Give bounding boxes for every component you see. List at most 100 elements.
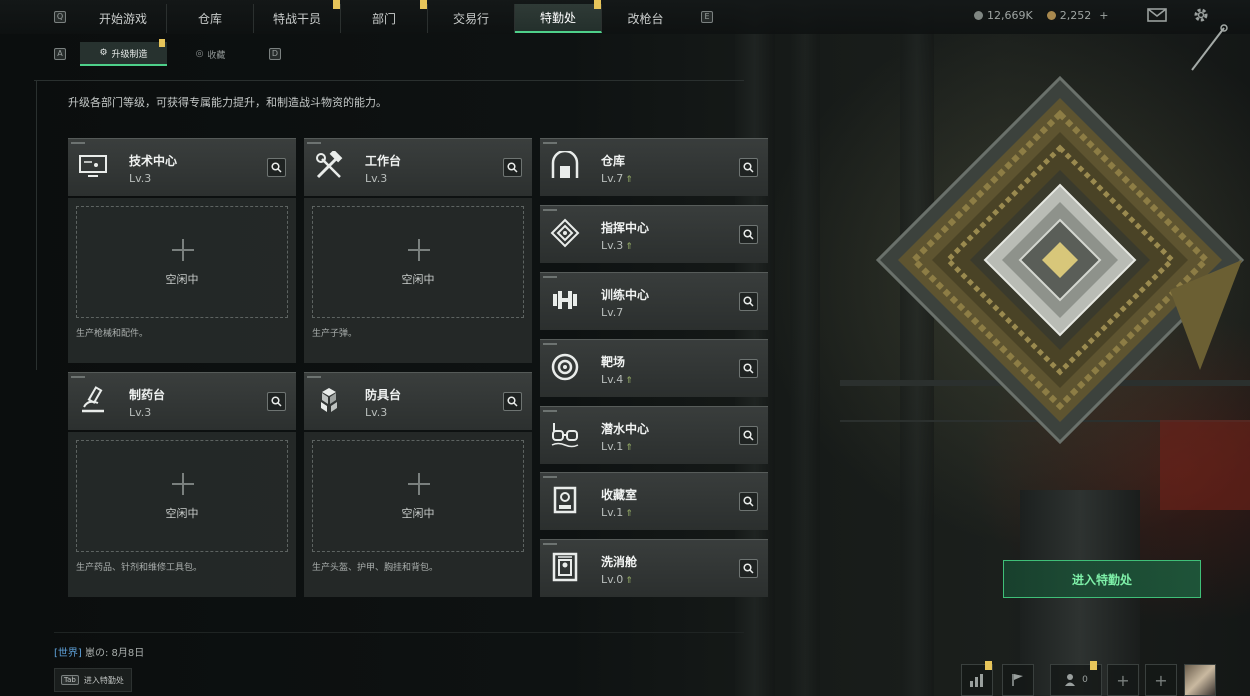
production-description: 生产子弹。 <box>312 329 358 339</box>
facility-name: 技术中心 <box>129 154 178 168</box>
nav-right-key-hint: E <box>701 11 713 23</box>
facility-card-workbench[interactable]: 工作台 Lv.3 <box>304 138 532 196</box>
facility-card-training-center[interactable]: 训练中心 Lv.7 <box>540 272 768 330</box>
page-description: 升级各部门等级，可获得专属能力提升，和制造战斗物资的能力。 <box>68 96 387 109</box>
tab-trading[interactable]: 交易行 <box>428 4 515 33</box>
facility-level: Lv.3 <box>365 172 388 185</box>
inspect-button[interactable] <box>739 426 758 445</box>
tab-department[interactable]: 部门 <box>341 0 428 33</box>
card-tick <box>543 343 557 345</box>
tickets-value: 2,252 <box>1059 9 1092 22</box>
tickets-balance[interactable]: 2,252 + <box>1046 9 1108 22</box>
inspect-button[interactable] <box>503 158 522 177</box>
tab-label: 部门 <box>371 12 396 26</box>
add-party-slot-button[interactable]: + <box>1107 664 1139 696</box>
facility-card-tech-center[interactable]: 技术中心 Lv.3 <box>68 138 296 196</box>
card-tick <box>71 376 85 378</box>
subtab-label: 升级制造 <box>111 49 148 60</box>
add-party-slot-button[interactable]: + <box>1145 664 1177 696</box>
search-icon <box>743 229 754 240</box>
add-currency-icon[interactable]: + <box>1099 9 1108 22</box>
player-avatar[interactable] <box>1184 664 1216 696</box>
coins-value: 12,669K <box>987 9 1033 22</box>
inspect-button[interactable] <box>739 292 758 311</box>
inspect-button[interactable] <box>739 158 758 177</box>
facility-name: 防具台 <box>365 388 402 402</box>
antenna-icon <box>1190 22 1230 76</box>
tab-warehouse[interactable]: 仓库 <box>167 4 254 33</box>
tab-shortcut-hint[interactable]: Tab 进入特勤处 <box>54 668 132 692</box>
inspect-button[interactable] <box>267 392 286 411</box>
production-slot[interactable]: 空闲中 <box>76 206 288 318</box>
tab-upgrade-craft[interactable]: ⚙ 升级制造 <box>80 39 167 66</box>
card-tick <box>543 209 557 211</box>
coin-icon <box>974 11 983 20</box>
add-icon <box>408 239 430 261</box>
tab-label: 开始游戏 <box>98 12 147 26</box>
stats-button[interactable] <box>961 661 993 696</box>
inspect-button[interactable] <box>739 559 758 578</box>
friends-count: 0 <box>1082 675 1088 685</box>
facility-card-pharmacy[interactable]: 制药台 Lv.3 <box>68 372 296 430</box>
facility-level: Lv.3 ⇑ <box>601 239 633 252</box>
add-icon <box>172 473 194 495</box>
facility-level: Lv.3 <box>365 406 388 419</box>
enter-special-ops-button[interactable]: 进入特勤处 <box>1003 560 1201 598</box>
tab-label: 特战干员 <box>272 12 321 26</box>
chat-line[interactable]: [世界] 崽の: 8月8日 <box>54 644 144 659</box>
subtab-right-key-hint: D <box>269 48 281 60</box>
slot-status: 空闲中 <box>165 273 199 286</box>
card-tick <box>543 543 557 545</box>
top-navigation-bar: Q 开始游戏 仓库 特战干员 部门 交易行 特勤处 改枪台 E 12,669K … <box>0 0 1250 71</box>
subtab-left-key-hint: A <box>54 48 66 60</box>
facility-card-collection-room[interactable]: 收藏室 Lv.1 ⇑ <box>540 472 768 530</box>
tab-special-ops[interactable]: 特勤处 <box>515 0 602 33</box>
facility-card-command-center[interactable]: 指挥中心 Lv.3 ⇑ <box>540 205 768 263</box>
tab-label: 仓库 <box>197 12 222 26</box>
frame-divider <box>34 80 744 81</box>
add-icon <box>172 239 194 261</box>
tab-collection[interactable]: ◎ 收藏 <box>167 42 254 66</box>
card-tick <box>543 142 557 144</box>
production-description: 生产枪械和配件。 <box>76 329 149 339</box>
friends-button[interactable]: 0 <box>1050 661 1102 696</box>
frame-divider <box>54 632 744 633</box>
facility-card-shooting-range[interactable]: 靶场 Lv.4 ⇑ <box>540 339 768 397</box>
tab-label: 特勤处 <box>539 11 576 25</box>
notification-badge <box>1090 661 1097 670</box>
tab-gunsmith[interactable]: 改枪台 <box>602 4 689 33</box>
inspect-button[interactable] <box>739 492 758 511</box>
notification-badge <box>420 0 427 9</box>
inspect-button[interactable] <box>739 359 758 378</box>
hammer-wrench-icon <box>316 151 343 179</box>
facility-card-warehouse[interactable]: 仓库 Lv.7 ⇑ <box>540 138 768 196</box>
card-tick <box>71 142 85 144</box>
search-icon <box>743 296 754 307</box>
search-icon <box>743 496 754 507</box>
microscope-icon <box>82 386 104 413</box>
inspect-button[interactable] <box>739 225 758 244</box>
facility-card-armor-bench[interactable]: 防具台 Lv.3 <box>304 372 532 430</box>
decon-chamber-icon <box>552 552 578 582</box>
production-slot[interactable]: 空闲中 <box>76 440 288 552</box>
chat-channel: [世界] <box>54 648 82 659</box>
coins-balance[interactable]: 12,669K <box>974 9 1033 22</box>
production-slot[interactable]: 空闲中 <box>312 440 524 552</box>
flag-button[interactable] <box>1002 664 1034 696</box>
tab-start-game[interactable]: 开始游戏 <box>80 4 167 33</box>
facility-card-diving-center[interactable]: 潜水中心 Lv.1 ⇑ <box>540 406 768 464</box>
search-icon <box>271 162 282 173</box>
facility-name: 制药台 <box>129 388 166 402</box>
facility-level: Lv.1 ⇑ <box>601 440 633 453</box>
upgrade-arrow-icon: ⇑ <box>625 242 633 252</box>
production-slot[interactable]: 空闲中 <box>312 206 524 318</box>
inspect-button[interactable] <box>503 392 522 411</box>
tab-operators[interactable]: 特战干员 <box>254 0 341 33</box>
facility-card-decon-chamber[interactable]: 洗消舱 Lv.0 ⇑ <box>540 539 768 597</box>
diamond-target-icon <box>550 218 580 248</box>
inspect-button[interactable] <box>267 158 286 177</box>
level-text: Lv.3 <box>601 239 624 252</box>
production-panel-pharmacy: 空闲中 生产药品、针剂和维修工具包。 <box>68 432 296 597</box>
mail-icon[interactable] <box>1147 7 1167 27</box>
flag-icon <box>1012 674 1023 686</box>
